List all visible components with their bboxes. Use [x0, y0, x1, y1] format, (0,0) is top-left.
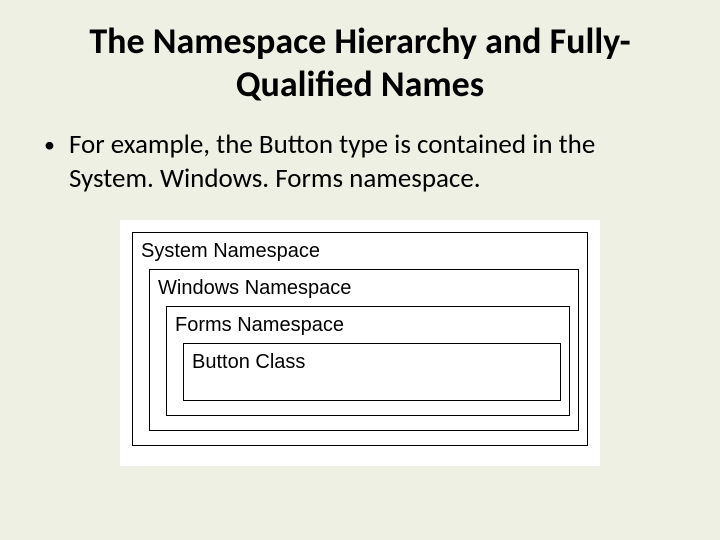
diagram-container: System Namespace Windows Namespace Forms…: [40, 220, 680, 466]
windows-namespace-label: Windows Namespace: [158, 276, 570, 300]
forms-namespace-box: Forms Namespace Button Class: [166, 306, 570, 416]
windows-namespace-box: Windows Namespace Forms Namespace Button…: [149, 269, 579, 431]
system-namespace-label: System Namespace: [141, 239, 579, 263]
bullet-text: For example, the Button type is containe…: [69, 128, 680, 196]
namespace-diagram: System Namespace Windows Namespace Forms…: [120, 220, 600, 466]
button-class-label: Button Class: [192, 350, 552, 374]
page-title: The Namespace Hierarchy and Fully-Qualif…: [40, 20, 680, 106]
system-namespace-box: System Namespace Windows Namespace Forms…: [132, 232, 588, 446]
forms-namespace-label: Forms Namespace: [175, 313, 561, 337]
bullet-item: • For example, the Button type is contai…: [40, 128, 680, 196]
slide: The Namespace Hierarchy and Fully-Qualif…: [0, 0, 720, 540]
button-class-box: Button Class: [183, 343, 561, 401]
bullet-dot-icon: •: [44, 128, 55, 161]
